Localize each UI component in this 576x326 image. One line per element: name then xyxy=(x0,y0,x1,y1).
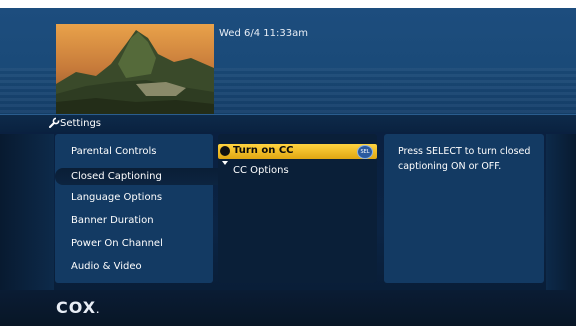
menu-item-label: Closed Captioning xyxy=(71,171,162,182)
left-edge xyxy=(0,134,54,290)
cox-logo-dot: . xyxy=(96,306,101,315)
menu-item-parental-controls[interactable]: Parental Controls xyxy=(71,146,156,157)
menu-item-closed-captioning[interactable]: Closed Captioning xyxy=(55,168,225,185)
submenu-item-label: Turn on CC xyxy=(233,145,294,156)
submenu-item-turn-on-cc[interactable]: Turn on CC SEL xyxy=(218,144,377,159)
select-button-icon: SEL xyxy=(357,145,373,159)
menu-item-label: Audio & Video xyxy=(71,261,142,272)
menu-item-banner-duration[interactable]: Banner Duration xyxy=(71,215,154,226)
menu-item-language-options[interactable]: Language Options xyxy=(71,192,162,203)
help-text: Press SELECT to turn closed captioning O… xyxy=(398,146,531,172)
menu-item-power-on-channel[interactable]: Power On Channel xyxy=(71,238,163,249)
settings-bar: Settings xyxy=(0,114,576,132)
menu-item-label: Language Options xyxy=(71,192,163,203)
settings-menu: Parental Controls Closed Captioning Lang… xyxy=(55,134,225,283)
mountain-landscape-icon xyxy=(56,24,214,114)
submenu-item-cc-options[interactable]: CC Options xyxy=(233,165,289,176)
right-edge xyxy=(546,134,576,290)
help-panel: Press SELECT to turn closed captioning O… xyxy=(384,134,544,283)
radio-bullet-icon xyxy=(220,146,230,156)
submenu-item-label: CC Options xyxy=(233,165,289,176)
program-thumbnail xyxy=(56,24,214,114)
top-strip xyxy=(0,0,576,8)
date-time: Wed 6/4 11:33am xyxy=(219,28,308,39)
footer: COX. xyxy=(0,290,576,326)
cox-logo: COX. xyxy=(56,298,100,317)
menu-item-label: Banner Duration xyxy=(71,215,154,226)
cc-submenu: Turn on CC SEL CC Options xyxy=(218,134,377,283)
settings-title: Settings xyxy=(60,118,102,129)
down-arrow-icon xyxy=(222,161,228,165)
menu-item-audio-video[interactable]: Audio & Video xyxy=(71,261,142,272)
menu-item-label: Power On Channel xyxy=(71,238,163,249)
tv-screen: Wed 6/4 11:33am Settings Parental Contro… xyxy=(0,8,576,326)
menu-item-label: Parental Controls xyxy=(71,146,157,157)
wrench-icon xyxy=(49,117,60,128)
cox-logo-text: COX xyxy=(56,298,97,317)
